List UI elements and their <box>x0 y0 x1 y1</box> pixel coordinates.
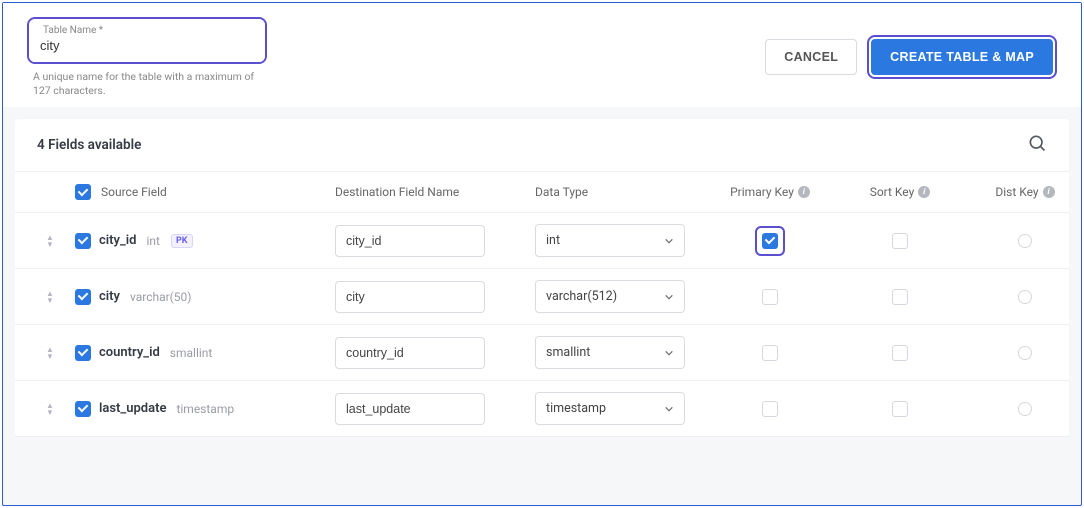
chevron-down-icon <box>664 404 674 414</box>
col-sortkey: Sort Key i <box>835 185 965 199</box>
select-all-checkbox[interactable] <box>75 184 91 200</box>
dist-key-radio[interactable] <box>1018 402 1032 416</box>
source-field-name: last_update <box>99 401 166 416</box>
primary-key-checkbox[interactable] <box>762 401 778 417</box>
action-buttons: CANCEL CREATE TABLE & MAP <box>765 35 1057 79</box>
source-field-type: int <box>146 234 159 248</box>
drag-handle[interactable]: ▲▼ <box>25 346 75 360</box>
table-name-label: Table Name * <box>43 25 103 36</box>
chevron-down-icon <box>664 292 674 302</box>
create-table-panel: Table Name * A unique name for the table… <box>2 2 1082 506</box>
source-field-name: country_id <box>99 345 160 360</box>
col-dest: Destination Field Name <box>335 185 535 199</box>
source-field-name: city <box>99 289 120 304</box>
search-icon[interactable] <box>1027 133 1047 157</box>
col-distkey: Dist Key i <box>965 185 1084 199</box>
primary-key-highlight <box>755 226 785 256</box>
fields-count: 4 Fields available <box>37 137 141 153</box>
destination-field-input[interactable] <box>335 281 485 313</box>
fields-panel: 4 Fields available Source Field Destinat… <box>15 119 1069 437</box>
primary-key-checkbox[interactable] <box>762 345 778 361</box>
datatype-select[interactable]: varchar(512) <box>535 280 685 313</box>
col-source: Source Field <box>75 184 335 200</box>
row-checkbox[interactable] <box>75 289 91 305</box>
datatype-select[interactable]: smallint <box>535 336 685 369</box>
dist-key-radio[interactable] <box>1018 290 1032 304</box>
table-header-row: Source Field Destination Field Name Data… <box>15 172 1069 213</box>
destination-field-input[interactable] <box>335 393 485 425</box>
source-field-type: smallint <box>170 346 213 360</box>
top-bar: Table Name * A unique name for the table… <box>3 3 1081 107</box>
col-pk: Primary Key i <box>705 185 835 199</box>
datatype-value: varchar(512) <box>546 289 617 304</box>
datatype-select[interactable]: int <box>535 224 685 257</box>
primary-key-checkbox[interactable] <box>762 289 778 305</box>
source-field-cell: last_update timestamp <box>75 401 335 417</box>
info-icon[interactable]: i <box>918 186 930 198</box>
chevron-down-icon <box>664 348 674 358</box>
datatype-value: smallint <box>546 345 590 360</box>
datatype-value: timestamp <box>546 401 606 416</box>
primary-key-checkbox[interactable] <box>762 233 778 249</box>
destination-field-input[interactable] <box>335 225 485 257</box>
table-row: ▲▼ city varchar(50) varchar(512) <box>15 269 1069 325</box>
table-name-group: Table Name * A unique name for the table… <box>27 17 273 97</box>
source-field-type: timestamp <box>176 402 234 416</box>
source-field-cell: city varchar(50) <box>75 289 335 305</box>
sort-key-checkbox[interactable] <box>892 401 908 417</box>
dist-key-radio[interactable] <box>1018 234 1032 248</box>
sort-key-checkbox[interactable] <box>892 289 908 305</box>
pk-badge: PK <box>171 234 193 248</box>
destination-field-input[interactable] <box>335 337 485 369</box>
table-row: ▲▼ last_update timestamp timestamp <box>15 381 1069 437</box>
source-field-cell: country_id smallint <box>75 345 335 361</box>
row-checkbox[interactable] <box>75 345 91 361</box>
drag-handle[interactable]: ▲▼ <box>25 290 75 304</box>
chevron-down-icon <box>664 236 674 246</box>
source-field-type: varchar(50) <box>130 290 191 304</box>
info-icon[interactable]: i <box>1043 186 1055 198</box>
fields-header: 4 Fields available <box>15 119 1069 172</box>
table-name-helper: A unique name for the table with a maxim… <box>33 70 273 97</box>
create-table-map-button[interactable]: CREATE TABLE & MAP <box>871 39 1053 75</box>
sort-key-checkbox[interactable] <box>892 345 908 361</box>
row-checkbox[interactable] <box>75 401 91 417</box>
submit-highlight: CREATE TABLE & MAP <box>867 35 1057 79</box>
drag-handle[interactable]: ▲▼ <box>25 234 75 248</box>
table-row: ▲▼ city_id int PK int <box>15 213 1069 269</box>
sort-key-checkbox[interactable] <box>892 233 908 249</box>
info-icon[interactable]: i <box>798 186 810 198</box>
datatype-value: int <box>546 233 560 248</box>
table-row: ▲▼ country_id smallint smallint <box>15 325 1069 381</box>
source-field-name: city_id <box>99 233 136 248</box>
datatype-select[interactable]: timestamp <box>535 392 685 425</box>
col-datatype: Data Type <box>535 185 705 199</box>
row-checkbox[interactable] <box>75 233 91 249</box>
source-field-cell: city_id int PK <box>75 233 335 249</box>
drag-handle[interactable]: ▲▼ <box>25 402 75 416</box>
table-name-input-wrapper: Table Name * <box>27 17 267 64</box>
fields-table: Source Field Destination Field Name Data… <box>15 172 1069 437</box>
dist-key-radio[interactable] <box>1018 346 1032 360</box>
cancel-button[interactable]: CANCEL <box>765 39 857 75</box>
